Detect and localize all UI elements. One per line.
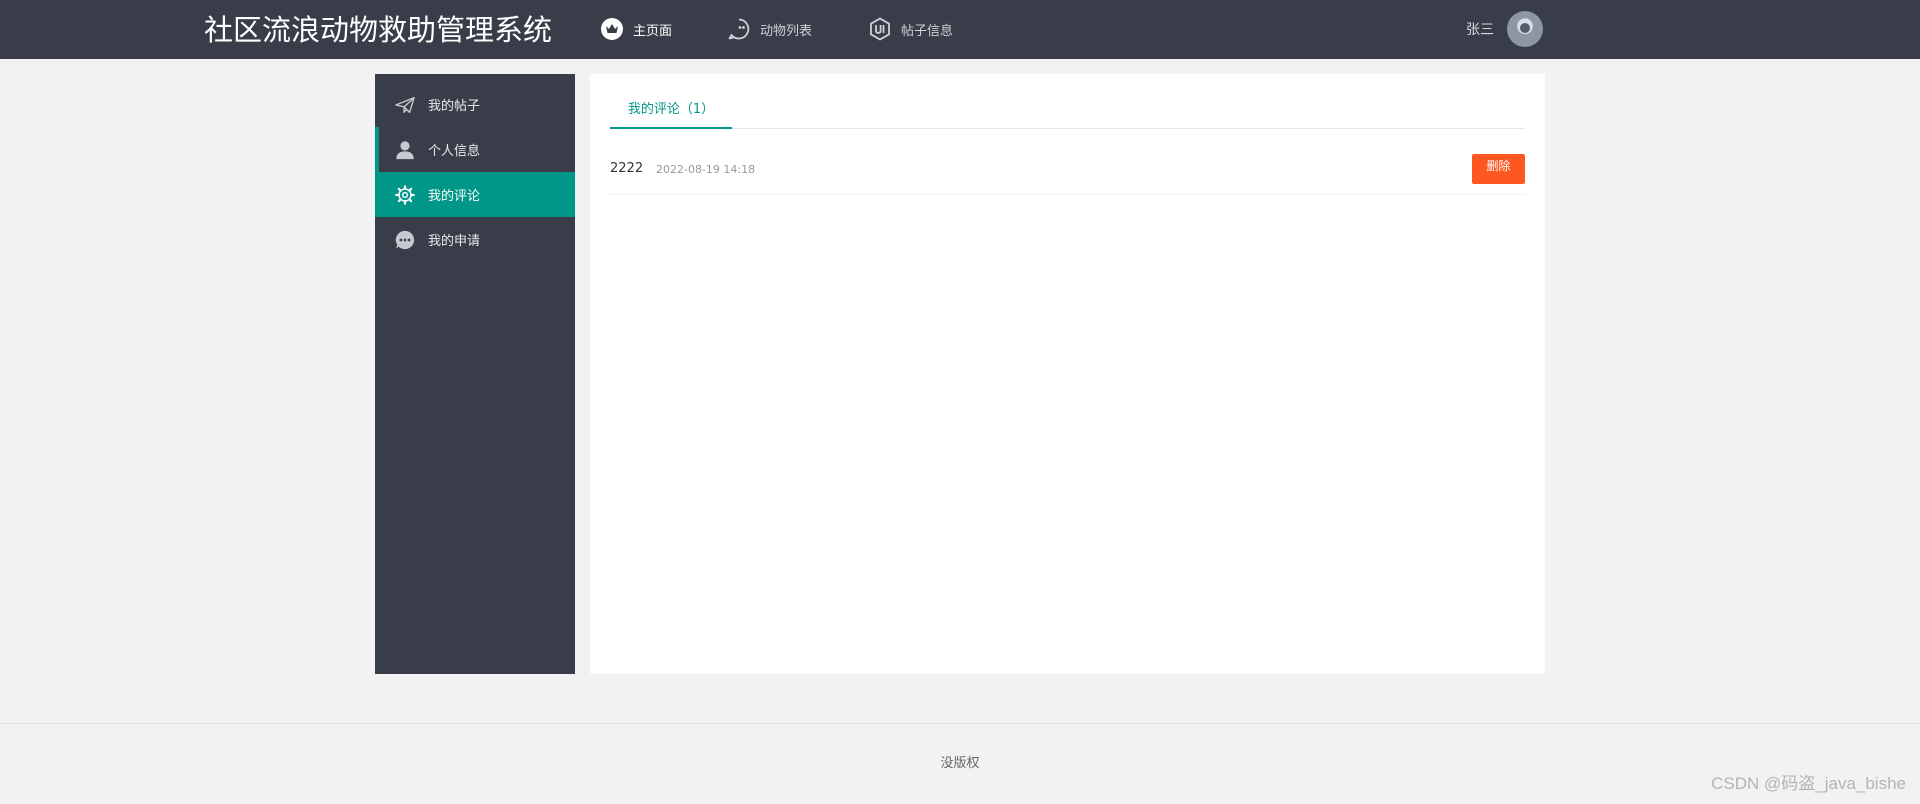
sidebar: 我的帖子 个人信息 我的评论 我的申请 <box>375 74 575 674</box>
sidebar-item-profile[interactable]: 个人信息 <box>375 127 575 172</box>
chat-bubble-icon <box>728 18 750 40</box>
user-icon <box>396 140 414 159</box>
sidebar-item-label: 我的申请 <box>428 234 481 249</box>
comment-timestamp: 2022-08-19 14:18 <box>656 163 756 176</box>
tab-my-comments[interactable]: 我的评论（1） <box>610 88 732 129</box>
nav-item-label: 帖子信息 <box>901 23 954 39</box>
sidebar-item-my-applications[interactable]: 我的申请 <box>375 217 575 262</box>
chat-dots-icon <box>395 230 415 249</box>
nav-item-label: 动物列表 <box>760 23 813 39</box>
user-menu[interactable]: 张三 <box>1466 10 1543 48</box>
paper-plane-icon <box>395 96 415 113</box>
nav-item-posts[interactable]: 帖子信息 <box>868 15 953 43</box>
user-name: 张三 <box>1466 22 1494 38</box>
nav-item-animal-list[interactable]: 动物列表 <box>727 15 812 43</box>
ui-hexagon-icon <box>870 17 890 41</box>
comment-text: 2222 <box>610 161 644 176</box>
nav-item-home[interactable]: 主页面 <box>600 15 672 43</box>
watermark: CSDN @码盗_java_bishe <box>1711 774 1906 793</box>
sidebar-item-label: 我的帖子 <box>428 99 481 114</box>
nav-item-label: 主页面 <box>633 23 673 39</box>
crown-icon <box>601 18 623 40</box>
list-item: 2222 2022-08-19 14:18 删除 <box>610 148 1525 195</box>
footer: 没版权 <box>0 723 1920 804</box>
sidebar-item-label: 我的评论 <box>428 189 481 204</box>
tab-bar: 我的评论（1） <box>610 88 1525 129</box>
sidebar-item-my-posts[interactable]: 我的帖子 <box>375 82 575 127</box>
sidebar-item-label: 个人信息 <box>428 144 481 159</box>
sidebar-item-my-comments[interactable]: 我的评论 <box>375 172 575 217</box>
gear-icon <box>395 184 415 205</box>
top-header: 社区流浪动物救助管理系统 主页面 动物列表 帖子信息 张三 <box>0 0 1920 59</box>
footer-copyright: 没版权 <box>940 756 980 771</box>
main-content: 我的评论（1） 2222 2022-08-19 14:18 删除 <box>590 74 1545 674</box>
site-logo[interactable]: 社区流浪动物救助管理系统 <box>204 10 552 50</box>
delete-button[interactable]: 删除 <box>1472 154 1525 184</box>
avatar[interactable] <box>1507 11 1543 47</box>
